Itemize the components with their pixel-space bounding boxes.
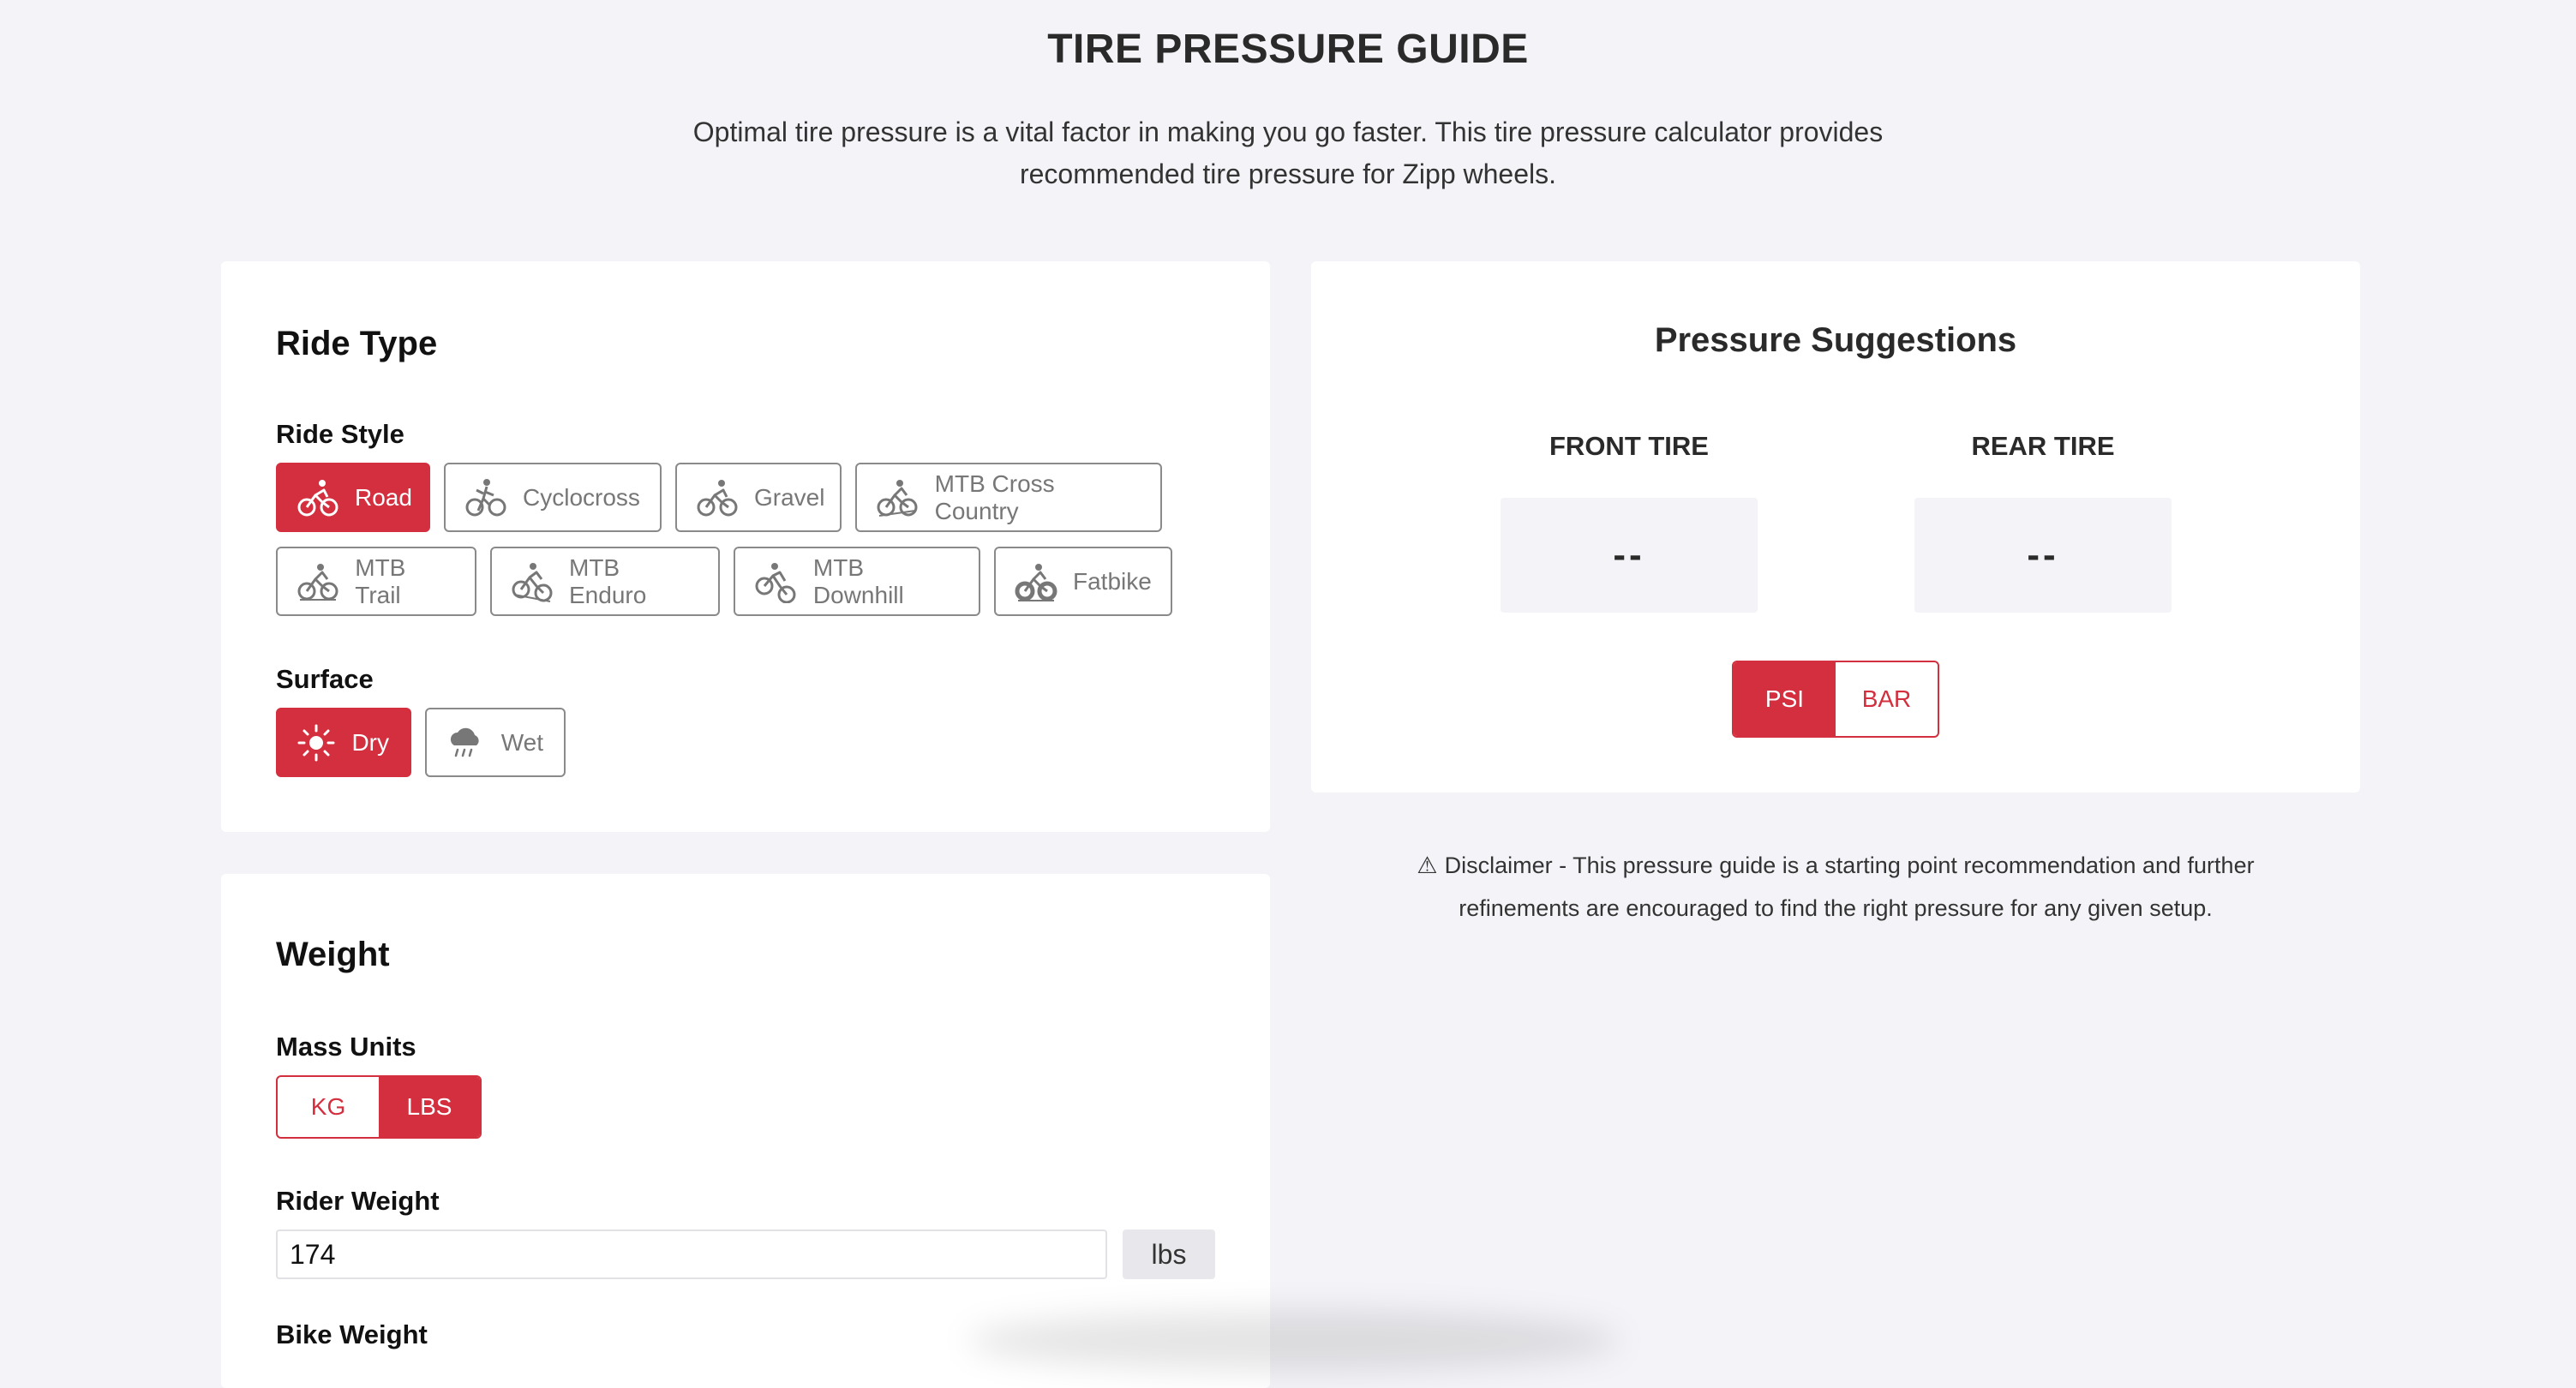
sun-icon (297, 721, 336, 765)
intro-text: Optimal tire pressure is a vital factor … (692, 117, 1884, 189)
pressure-unit-psi[interactable]: PSI (1734, 662, 1836, 736)
rear-tire-label: REAR TIRE (1971, 431, 2115, 461)
mass-unit-lbs[interactable]: LBS (379, 1077, 480, 1137)
ride-style-mtb-trail[interactable]: MTB Trail (276, 547, 476, 616)
ride-style-label-fatbike: Fatbike (1073, 567, 1152, 595)
ride-style-mtb-enduro[interactable]: MTB Enduro (490, 547, 720, 616)
weight-title: Weight (276, 936, 390, 973)
ride-style-label: Ride Style (276, 419, 404, 449)
pressure-suggestions-card: Pressure Suggestions FRONT TIRE -- REAR … (1311, 261, 2360, 793)
pressure-suggestions-title: Pressure Suggestions (1654, 321, 2017, 359)
mtb-enduro-icon (511, 559, 554, 604)
ride-style-label-gravel: Gravel (754, 483, 825, 511)
ride-style-label-cyclocross: Cyclocross (523, 483, 640, 511)
ride-style-label-mtb-cross-country: MTB Cross Country (934, 470, 1055, 524)
ride-style-gravel[interactable]: Gravel (675, 463, 842, 532)
mass-units-toggle: KG LBS (276, 1075, 482, 1139)
bike-weight-label: Bike Weight (276, 1319, 428, 1349)
fatbike-icon (1015, 559, 1057, 604)
surface-label-wet: Wet (500, 728, 543, 756)
mtb-trail-icon (297, 559, 339, 604)
road-bike-icon (297, 476, 339, 520)
ride-style-label-mtb-enduro: MTB Enduro (569, 553, 647, 608)
front-tire-value: -- (1501, 498, 1758, 613)
cyclocross-icon (464, 476, 507, 520)
surface-label-dry: Dry (351, 728, 389, 756)
floating-panel-shadow (968, 1311, 1620, 1371)
disclaimer-text: Disclaimer - This pressure guide is a st… (1444, 853, 2255, 921)
page-title: TIRE PRESSURE GUIDE (1047, 27, 1529, 72)
front-tire-label: FRONT TIRE (1549, 431, 1709, 461)
ride-style-road[interactable]: Road (276, 463, 430, 532)
rider-weight-unit: lbs (1123, 1229, 1215, 1279)
ride-style-cyclocross[interactable]: Cyclocross (444, 463, 662, 532)
rider-weight-input[interactable] (276, 1229, 1107, 1279)
ride-style-label-mtb-downhill: MTB Downhill (812, 553, 904, 608)
weight-card: Weight Mass Units KG LBS Rider Weight lb… (221, 874, 1270, 1388)
ride-style-label-mtb-trail: MTB Trail (355, 553, 406, 608)
rider-weight-label: Rider Weight (276, 1186, 440, 1216)
ride-style-mtb-downhill[interactable]: MTB Downhill (734, 547, 980, 616)
mass-unit-kg[interactable]: KG (278, 1077, 379, 1137)
gravel-bike-icon (696, 476, 739, 520)
ride-style-mtb-cross-country[interactable]: MTB Cross Country (855, 463, 1162, 532)
mass-units-label: Mass Units (276, 1032, 416, 1062)
ride-type-card: Ride Type Ride Style Road Cyclocross Gra… (221, 261, 1270, 832)
ride-type-title: Ride Type (276, 325, 438, 362)
surface-dry[interactable]: Dry (276, 708, 411, 777)
disclaimer: ⚠ Disclaimer - This pressure guide is a s… (1354, 844, 2317, 930)
rain-cloud-icon (446, 721, 486, 765)
pressure-units-toggle: PSI BAR (1732, 661, 1939, 738)
surface-label: Surface (276, 664, 374, 694)
surface-wet[interactable]: Wet (425, 708, 566, 777)
ride-style-label-road: Road (355, 483, 412, 511)
mtb-downhill-icon (754, 559, 798, 604)
ride-style-fatbike[interactable]: Fatbike (994, 547, 1172, 616)
warning-icon: ⚠ (1417, 853, 1438, 878)
pressure-unit-bar[interactable]: BAR (1836, 662, 1938, 736)
rear-tire-value: -- (1914, 498, 2172, 613)
mtb-cross-country-icon (876, 476, 920, 520)
